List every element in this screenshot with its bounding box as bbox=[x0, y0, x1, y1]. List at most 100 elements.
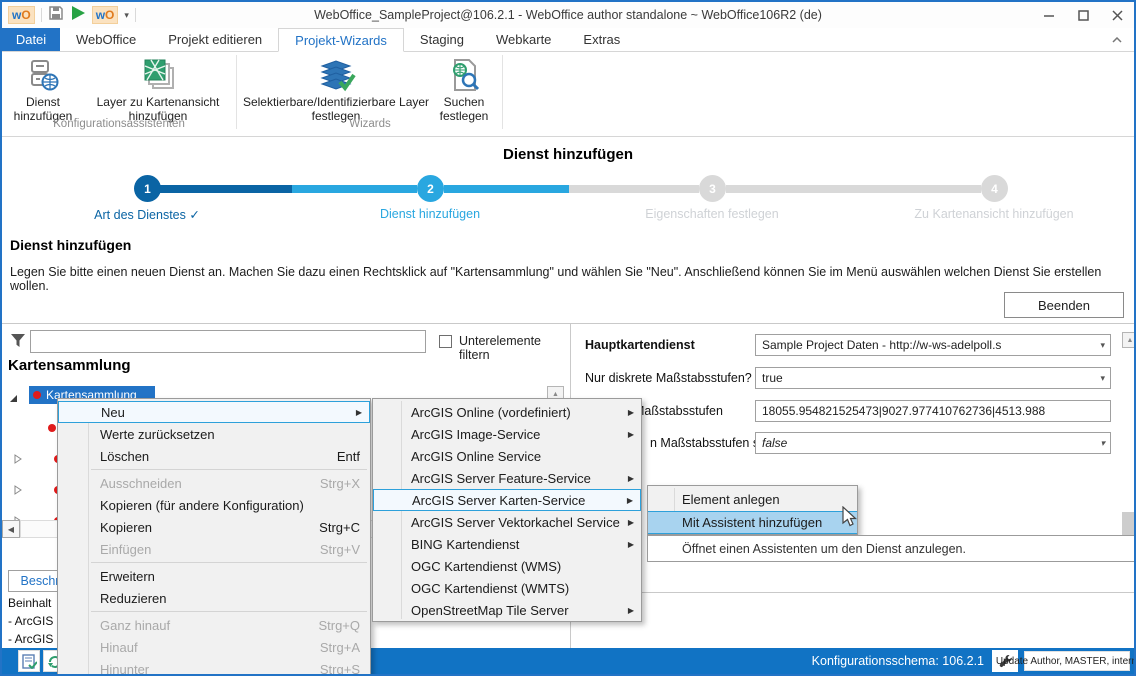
wizard-step-1-label: Art des Dienstes ✓ bbox=[37, 207, 257, 222]
layer-zu-kartenansicht-button[interactable]: Layer zu Kartenansicht hinzufügen bbox=[82, 55, 234, 123]
minimize-button[interactable] bbox=[1032, 2, 1066, 28]
maximize-button[interactable] bbox=[1066, 2, 1100, 28]
selektierbare-layer-button[interactable]: Selektierbare/Identifizierbare Layer fes… bbox=[242, 55, 430, 123]
prop-label-diskrete-massstabsstufen: Nur diskrete Maßstabsstufen? bbox=[585, 371, 752, 385]
unterelemente-filtern-checkbox[interactable] bbox=[439, 335, 452, 348]
ribbon-group-label: Konfigurationsassistenten bbox=[2, 118, 236, 130]
service-globe-icon bbox=[8, 55, 78, 95]
window-title: WebOffice_SampleProject@106.2.1 - WebOff… bbox=[2, 8, 1134, 22]
dropdown-arrow-icon: ▾ bbox=[1100, 340, 1105, 351]
section-heading: Dienst hinzufügen bbox=[10, 237, 131, 253]
node-status-dot bbox=[33, 391, 41, 399]
tab-webkarte[interactable]: Webkarte bbox=[480, 28, 567, 51]
menu-item-kopieren[interactable]: KopierenStrg+C bbox=[58, 516, 370, 538]
menu-item-reduzieren[interactable]: Reduzieren bbox=[58, 587, 370, 609]
filter-funnel-icon bbox=[10, 333, 26, 353]
progress-segment-done bbox=[160, 185, 292, 193]
scroll-left-icon[interactable]: ◀ bbox=[2, 520, 20, 538]
save-icon[interactable] bbox=[48, 5, 64, 26]
tree-node-stub[interactable] bbox=[14, 485, 62, 495]
submenu-item-element-anlegen[interactable]: Element anlegen bbox=[648, 488, 857, 511]
wizard-step-2-circle: 2 bbox=[417, 175, 444, 202]
tree-node-stub[interactable] bbox=[48, 424, 56, 432]
submenu-item-arcgis-server-karten-service[interactable]: ArcGIS Server Karten-Service▶ bbox=[373, 489, 641, 511]
tab-extras[interactable]: Extras bbox=[567, 28, 636, 51]
description-line: Beinhalt bbox=[8, 596, 51, 610]
collapse-ribbon-icon[interactable] bbox=[1100, 28, 1134, 51]
scroll-up-icon[interactable]: ▲ bbox=[1122, 332, 1136, 348]
suchen-festlegen-button[interactable]: Suchen festlegen bbox=[432, 55, 496, 123]
document-search-icon bbox=[432, 55, 496, 95]
ribbon-group-separator bbox=[236, 55, 237, 129]
action-submenu: Element anlegen Mit Assistent hinzufügen bbox=[647, 485, 858, 535]
mouse-cursor bbox=[842, 506, 860, 535]
tab-projekt-editieren[interactable]: Projekt editieren bbox=[152, 28, 278, 51]
prop-label-hauptkartendienst: Hauptkartendienst bbox=[585, 338, 695, 352]
selbst-eintragen-select[interactable]: false▾ bbox=[755, 432, 1111, 454]
tree-heading: Kartensammlung bbox=[8, 357, 131, 374]
blue-layers-check-icon bbox=[242, 55, 430, 95]
submenu-item-openstreetmap-tile-server[interactable]: OpenStreetMap Tile Server▶ bbox=[373, 599, 641, 621]
submenu-item-arcgis-server-feature-service[interactable]: ArcGIS Server Feature-Service▶ bbox=[373, 467, 641, 489]
submenu-item-ogc-kartendienst-wmts[interactable]: OGC Kartendienst (WMTS) bbox=[373, 577, 641, 599]
wizard-step-3-label: Eigenschaften festlegen bbox=[602, 207, 822, 221]
wizard-step-1-circle: 1 bbox=[134, 175, 161, 202]
hauptkartendienst-select[interactable]: Sample Project Daten - http://w-ws-adelp… bbox=[755, 334, 1111, 356]
menu-item-werte-zuruecksetzen[interactable]: Werte zurücksetzen bbox=[58, 423, 370, 445]
panel-divider bbox=[573, 592, 1136, 593]
submenu-item-arcgis-online-service[interactable]: ArcGIS Online Service bbox=[373, 445, 641, 467]
wizard-step-4-label: Zu Kartenansicht hinzufügen bbox=[884, 207, 1104, 221]
tab-staging[interactable]: Staging bbox=[404, 28, 480, 51]
prop-label-massstabsstufen: Maßstabsstufen bbox=[634, 404, 723, 418]
tab-projekt-wizards[interactable]: Projekt-Wizards bbox=[278, 28, 404, 52]
description-line: - ArcGIS bbox=[8, 614, 53, 628]
submenu-arrow-icon: ▶ bbox=[356, 408, 362, 417]
submenu-item-arcgis-image-service[interactable]: ArcGIS Image-Service▶ bbox=[373, 423, 641, 445]
tab-weboffice[interactable]: WebOffice bbox=[60, 28, 152, 51]
wizard-instruction-section: Dienst hinzufügen Legen Sie bitte einen … bbox=[2, 232, 1134, 324]
context-menu: Neu▶ Werte zurücksetzen LöschenEntf Auss… bbox=[57, 398, 371, 676]
submenu-item-ogc-kartendienst-wms[interactable]: OGC Kartendienst (WMS) bbox=[373, 555, 641, 577]
menu-item-loeschen[interactable]: LöschenEntf bbox=[58, 445, 370, 467]
submenu-item-bing-kartendienst[interactable]: BING Kartendienst▶ bbox=[373, 533, 641, 555]
menu-item-hinauf: HinaufStrg+A bbox=[58, 636, 370, 658]
service-type-submenu: ArcGIS Online (vordefiniert)▶ ArcGIS Ima… bbox=[372, 398, 642, 622]
update-author-button[interactable]: Update Author, MASTER, intern only bbox=[1024, 651, 1130, 671]
progress-segment-current bbox=[444, 185, 569, 193]
schema-version-text: Konfigurationsschema: 106.2.1 bbox=[812, 654, 984, 668]
dropdown-arrow-icon: ▾ bbox=[1100, 373, 1105, 384]
beenden-button[interactable]: Beenden bbox=[1004, 292, 1124, 318]
close-button[interactable] bbox=[1100, 2, 1134, 28]
app-window: wO wO ▾ WebOffice_SampleProject@106.2.1 … bbox=[0, 0, 1136, 676]
submenu-item-mit-assistent-hinzufuegen[interactable]: Mit Assistent hinzufügen bbox=[648, 511, 857, 534]
menu-item-einfuegen: EinfügenStrg+V bbox=[58, 538, 370, 560]
tree-expander-expanded-icon[interactable] bbox=[9, 390, 18, 408]
tab-datei[interactable]: Datei bbox=[2, 28, 60, 51]
menu-separator bbox=[91, 562, 367, 563]
weboffice-small-logo[interactable]: wO bbox=[92, 6, 119, 24]
filter-input[interactable] bbox=[30, 330, 426, 353]
notes-check-icon[interactable] bbox=[18, 650, 40, 672]
submenu-item-arcgis-server-vektorkachel-service[interactable]: ArcGIS Server Vektorkachel Service▶ bbox=[373, 511, 641, 533]
title-bar: wO wO ▾ WebOffice_SampleProject@106.2.1 … bbox=[2, 2, 1134, 28]
menu-item-neu[interactable]: Neu▶ bbox=[58, 401, 370, 423]
wizard-step-4-circle: 4 bbox=[981, 175, 1008, 202]
tree-node-stub[interactable] bbox=[14, 454, 62, 464]
diskrete-massstabsstufen-select[interactable]: true▾ bbox=[755, 367, 1111, 389]
wizard-step-2-label: Dienst hinzufügen bbox=[320, 207, 540, 221]
wizard-title: Dienst hinzufügen bbox=[2, 146, 1134, 163]
dienst-hinzufuegen-button[interactable]: Dienst hinzufügen bbox=[8, 55, 78, 123]
progress-segment-current bbox=[292, 185, 417, 193]
menu-item-ausschneiden: AusschneidenStrg+X bbox=[58, 472, 370, 494]
menu-separator bbox=[91, 611, 367, 612]
separator bbox=[41, 8, 42, 22]
qat-caret-icon[interactable]: ▾ bbox=[124, 10, 129, 21]
run-play-icon[interactable] bbox=[70, 5, 86, 26]
menu-item-kopieren-andere-konfiguration[interactable]: Kopieren (für andere Konfiguration) bbox=[58, 494, 370, 516]
submenu-item-arcgis-online-vordefiniert[interactable]: ArcGIS Online (vordefiniert)▶ bbox=[373, 401, 641, 423]
checkbox-label: Unterelemente filtern bbox=[459, 334, 570, 362]
instruction-text: Legen Sie bitte einen neuen Dienst an. M… bbox=[10, 265, 1126, 293]
wizard-step-3-circle: 3 bbox=[699, 175, 726, 202]
menu-item-erweitern[interactable]: Erweitern bbox=[58, 565, 370, 587]
massstabsstufen-input[interactable]: 18055.954821525473|9027.977410762736|451… bbox=[755, 400, 1111, 422]
